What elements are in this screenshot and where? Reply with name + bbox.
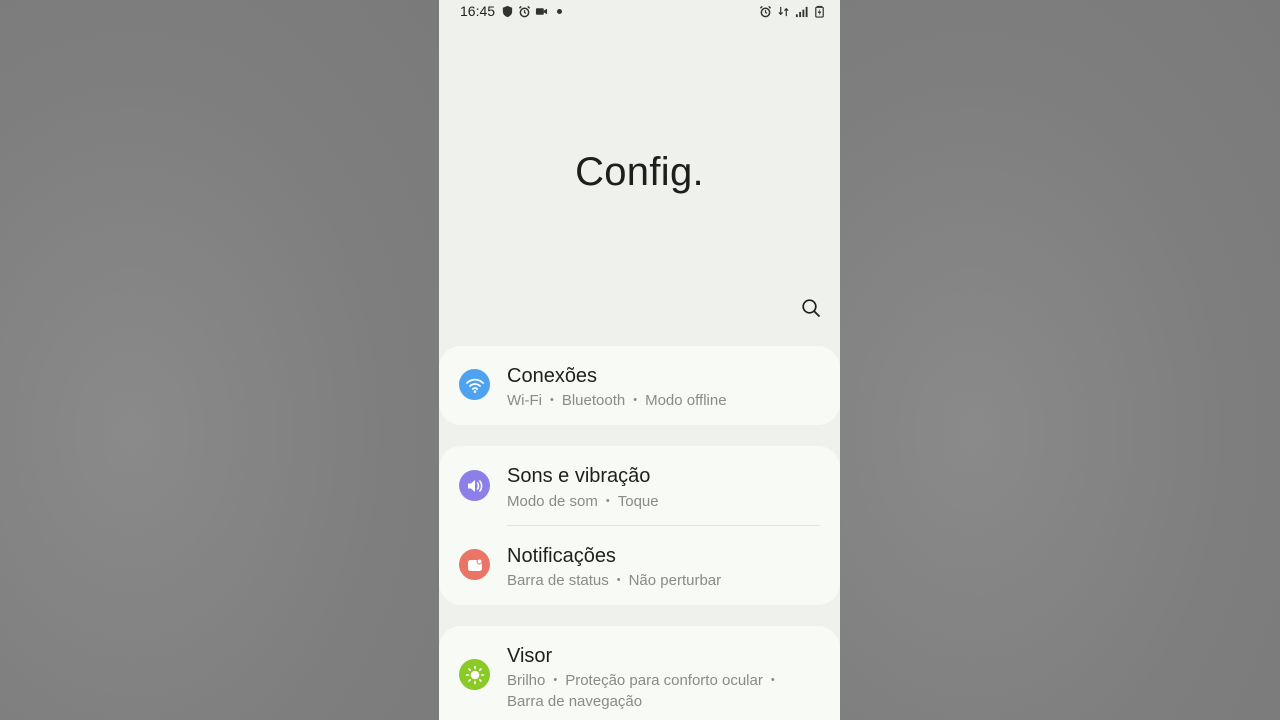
notifications-icon-bg [459, 549, 490, 580]
blurred-background-right [840, 0, 1280, 720]
subtitle-part: Brilho [507, 672, 546, 689]
notification-icon [467, 558, 482, 571]
wifi-icon [465, 378, 484, 393]
subtitle-part: Não perturbar [628, 572, 722, 589]
alarm-icon [518, 5, 531, 17]
status-bar: 16:45 [439, 0, 840, 22]
sounds-icon-bg [459, 470, 490, 501]
settings-item-notifications[interactable]: Notificações Barra de status • Não perturb… [439, 526, 840, 604]
status-time: 16:45 [460, 3, 496, 19]
subtitle-part: Toque [617, 493, 659, 510]
phone-screen: 16:45 Config. Conexões Wi-Fi • Bluetooth… [439, 0, 840, 720]
settings-item-sounds[interactable]: Sons e vibração Modo de som • Toque [439, 446, 840, 524]
settings-card-sounds-notifications: Sons e vibração Modo de som • Toque Notifi… [439, 446, 840, 605]
settings-item-connections[interactable]: Conexões Wi-Fi • Bluetooth • Modo offline [439, 346, 840, 424]
shield-icon [502, 5, 513, 17]
video-camera-icon [535, 7, 548, 15]
settings-item-subtitle: Wi-Fi • Bluetooth • Modo offline [507, 392, 727, 409]
settings-item-title: Visor [507, 645, 553, 667]
data-transfer-icon [778, 6, 789, 16]
blurred-background-left [0, 0, 439, 720]
settings-item-title: Notificações [507, 545, 616, 567]
subtitle-part: Bluetooth [561, 392, 626, 409]
settings-item-subtitle: Modo de som • Toque [507, 493, 659, 510]
settings-card-display: Visor Brilho • Proteção para conforto ocul… [439, 626, 840, 720]
subtitle-part: Barra de navegação [507, 693, 643, 710]
signal-icon [795, 6, 808, 17]
alarm-icon-right [759, 5, 772, 17]
connections-icon-bg [459, 369, 490, 400]
settings-item-title: Sons e vibração [507, 465, 651, 487]
subtitle-part: Proteção para conforto ocular [565, 672, 763, 689]
settings-card-connections: Conexões Wi-Fi • Bluetooth • Modo offline [439, 346, 840, 425]
display-icon-bg [459, 659, 490, 690]
settings-item-subtitle: Barra de status • Não perturbar [507, 572, 722, 589]
search-button[interactable] [800, 297, 822, 319]
search-icon [802, 299, 820, 317]
subtitle-part: Modo de som [507, 493, 598, 510]
subtitle-part: Modo offline [645, 392, 727, 409]
more-notifications-dot-icon [557, 8, 563, 14]
subtitle-part: Barra de status [507, 572, 609, 589]
speaker-icon [467, 479, 482, 492]
subtitle-part: Wi-Fi [507, 392, 542, 409]
settings-item-subtitle: Brilho • Proteção para conforto ocular • Bar… [507, 672, 775, 710]
page-title: Config. [575, 150, 704, 194]
settings-item-display[interactable]: Visor Brilho • Proteção para conforto ocul… [439, 626, 840, 720]
battery-icon [815, 5, 824, 18]
sun-icon [465, 665, 484, 684]
settings-item-title: Conexões [507, 365, 598, 387]
